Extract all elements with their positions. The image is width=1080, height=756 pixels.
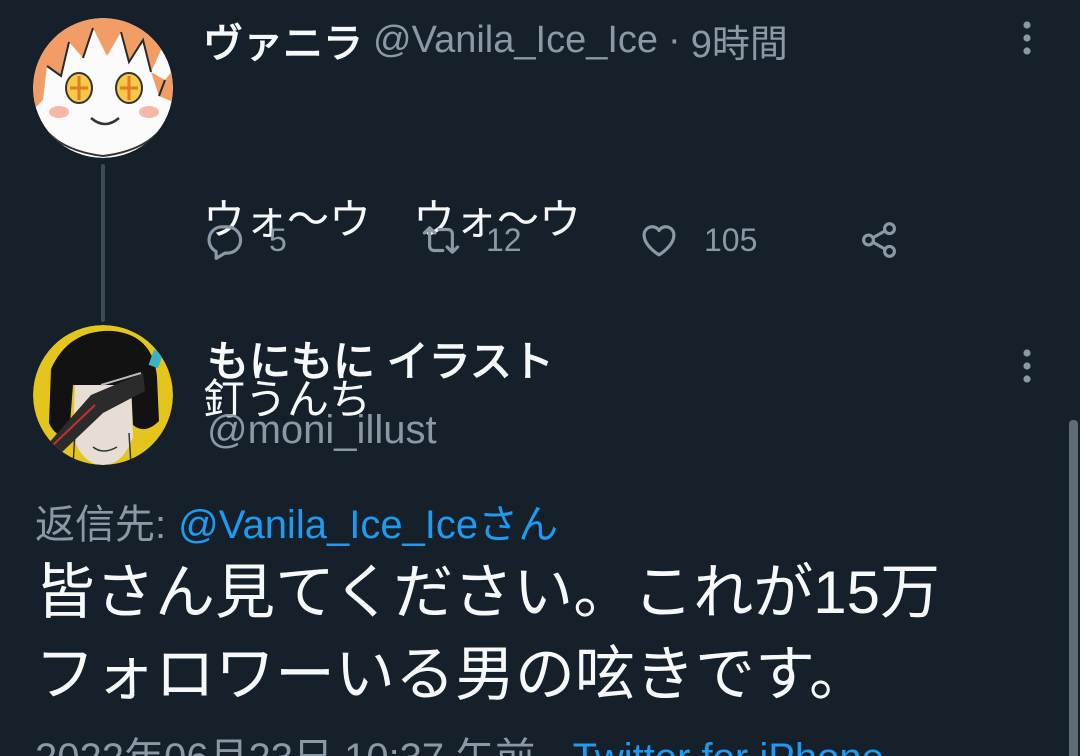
author-name[interactable]: もにもに イラスト	[207, 334, 554, 390]
avatar-image	[33, 325, 173, 465]
thread-connector-line	[101, 164, 105, 322]
reply-count: 5	[269, 221, 287, 258]
retweet-button[interactable]: 12	[420, 218, 522, 262]
tweet-thread-view: ヴァニラ @Vanila_Ice_Ice · 9時間 ウォ〜ウ ウォ〜ウ 釘うん…	[0, 0, 1080, 756]
like-button[interactable]: 105	[638, 218, 757, 262]
avatar[interactable]	[33, 18, 173, 158]
share-icon	[862, 222, 896, 258]
retweet-icon	[422, 226, 460, 254]
author-handle[interactable]: @Vanila_Ice_Ice	[373, 19, 658, 62]
heart-icon	[642, 225, 676, 257]
avatar-image	[33, 18, 173, 158]
reply-to-label: 返信先:	[35, 503, 167, 547]
tweet-timestamp[interactable]: 2022年06月23日 10:37 午前	[35, 734, 535, 756]
reply-icon	[207, 225, 243, 260]
tweet-text: ウォ〜ウ ウォ〜ウ 釘うんち	[203, 70, 581, 550]
reply-to-handle-link[interactable]: @Vanila_Ice_Iceさん	[178, 492, 558, 550]
scrollbar[interactable]	[1069, 420, 1078, 756]
reply-button[interactable]: 5	[203, 218, 287, 262]
retweet-count: 12	[486, 221, 522, 258]
avatar[interactable]	[33, 325, 173, 465]
tweet-text: 皆さん見てください。これが15万 フォロワーいる男の呟きです。	[35, 552, 1045, 716]
more-options-icon[interactable]	[1018, 346, 1036, 386]
tweet-text-line: フォロワーいる男の呟きです。	[35, 641, 869, 708]
reply-context: 返信先: @Vanila_Ice_Iceさん	[35, 494, 558, 548]
like-count: 105	[704, 221, 758, 258]
tweet-text-line: 皆さん見てください。これが15万	[35, 559, 940, 626]
separator-dot: ·	[547, 734, 560, 756]
tweet-header: ヴァニラ @Vanila_Ice_Ice · 9時間	[203, 12, 788, 68]
share-button[interactable]	[858, 218, 900, 262]
author-name[interactable]: ヴァニラ	[203, 11, 363, 69]
tweet-meta: 2022年06月23日 10:37 午前 · Twitter for iPhon…	[35, 734, 1045, 756]
author-handle[interactable]: @moni_illust	[207, 404, 437, 456]
tweet-source-link[interactable]: Twitter for iPhone	[573, 734, 884, 756]
more-options-icon[interactable]	[1018, 18, 1036, 58]
tweet-time[interactable]: 9時間	[691, 13, 788, 68]
separator-dot: ·	[668, 18, 681, 61]
